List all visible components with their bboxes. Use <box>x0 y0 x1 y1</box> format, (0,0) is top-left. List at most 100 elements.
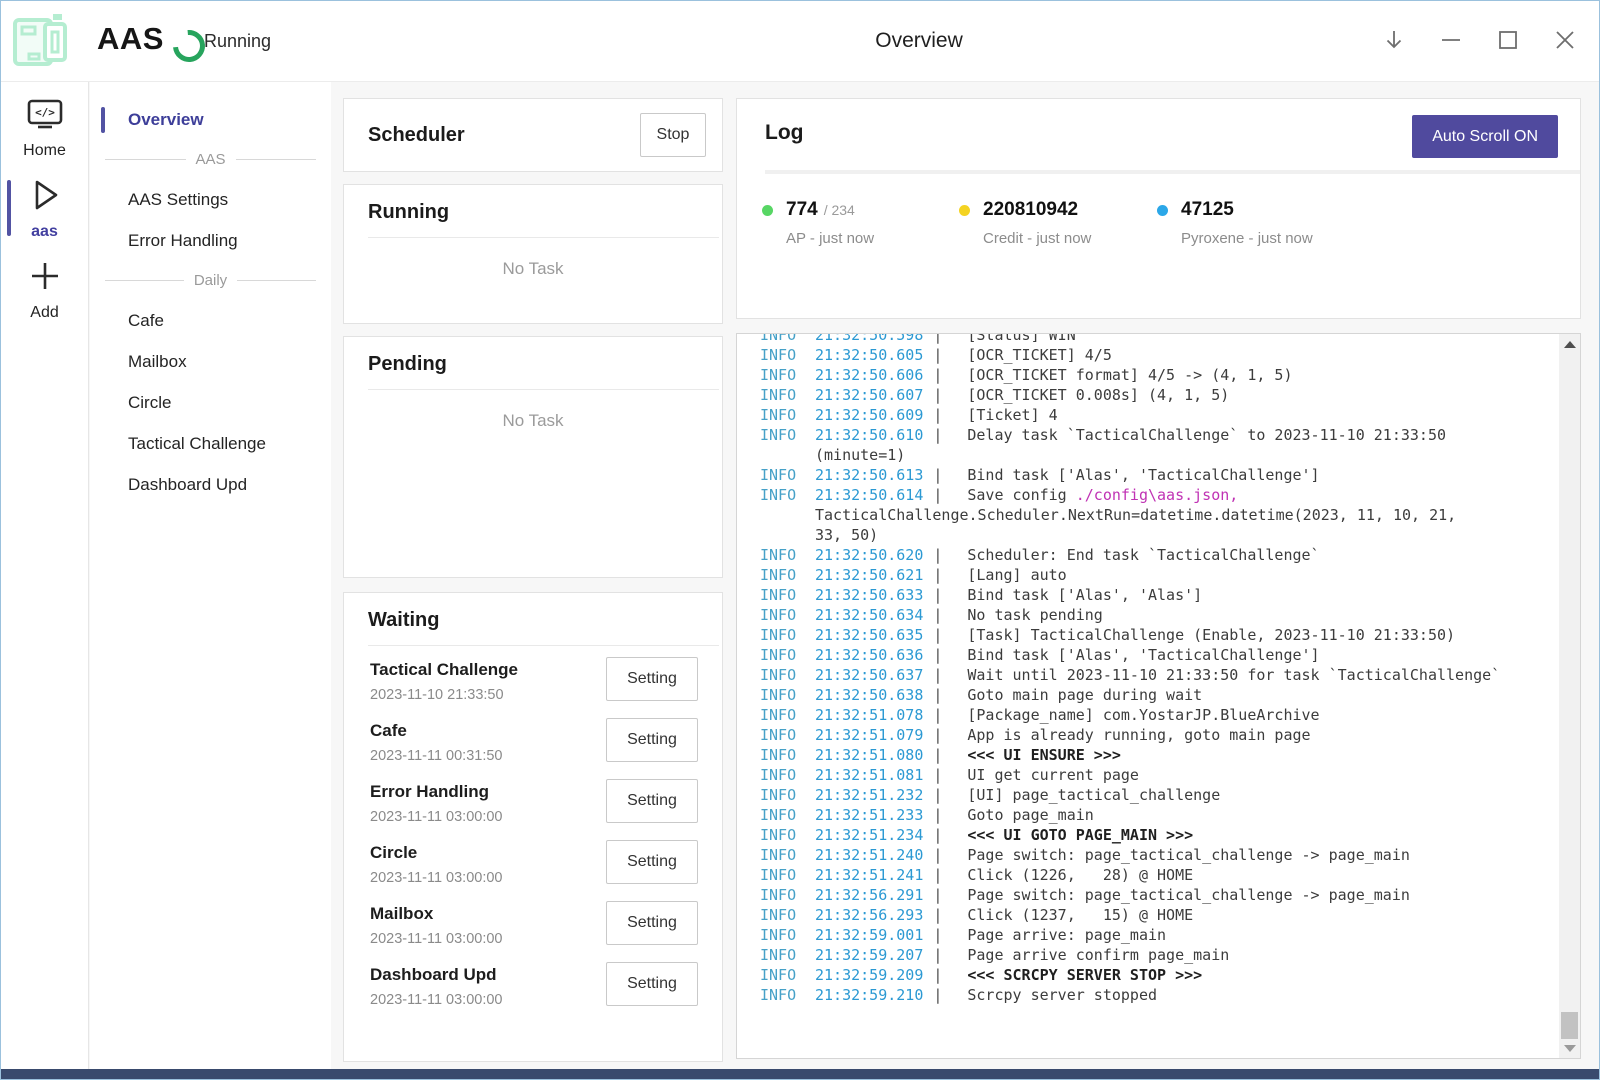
close-button[interactable] <box>1553 28 1577 52</box>
nav-item-overview[interactable]: Overview <box>90 99 331 140</box>
setting-button[interactable]: Setting <box>606 962 698 1006</box>
setting-button[interactable]: Setting <box>606 901 698 945</box>
nav-item-circle[interactable]: Circle <box>90 382 331 423</box>
log-timestamp: 21:32:59.210 <box>815 986 923 1004</box>
log-level: INFO <box>760 545 815 565</box>
log-message: TacticalChallenge.Scheduler.NextRun=date… <box>815 506 1456 524</box>
log-stat: 47125Pyroxene - just now <box>1157 199 1313 247</box>
log-separator: | <box>923 805 967 825</box>
log-message: Bind task ['Alas', 'TacticalChallenge'] <box>967 466 1319 484</box>
divider <box>368 645 719 646</box>
log-message: Delay task `TacticalChallenge` to 2023-1… <box>967 426 1446 444</box>
log-timestamp: 21:32:50.638 <box>815 686 923 704</box>
log-level: INFO <box>760 425 815 445</box>
log-line: INFO21:32:50.605|[OCR_TICKET] 4/5 <box>760 345 1527 365</box>
log-stat: 220810942Credit - just now <box>959 199 1091 247</box>
nav-item-aas-settings[interactable]: AAS Settings <box>90 179 331 220</box>
stat-value-row: 774/ 234 <box>762 199 874 221</box>
log-level: INFO <box>760 945 815 965</box>
waiting-task-row: Tactical Challenge2023-11-10 21:33:50Set… <box>368 652 698 713</box>
window-bottom-edge <box>1 1069 1599 1079</box>
log-level: INFO <box>760 385 815 405</box>
stop-button[interactable]: Stop <box>640 113 706 157</box>
minimize-button[interactable] <box>1439 28 1463 52</box>
log-title: Log <box>765 121 803 145</box>
nav-item-mailbox[interactable]: Mailbox <box>90 341 331 382</box>
log-message: App is already running, goto main page <box>967 726 1310 744</box>
nav-section-divider: Daily <box>90 261 331 300</box>
log-message: <<< UI ENSURE >>> <box>967 746 1121 764</box>
log-timestamp: 21:32:51.241 <box>815 866 923 884</box>
log-level: INFO <box>760 985 815 1005</box>
log-separator: | <box>923 765 967 785</box>
log-separator: | <box>923 345 967 365</box>
nav-section-divider: AAS <box>90 140 331 179</box>
stat-dot-icon <box>762 205 773 216</box>
auto-scroll-button[interactable]: Auto Scroll ON <box>1412 115 1558 158</box>
svg-text:</>: </> <box>35 106 55 119</box>
log-timestamp: 21:32:50.614 <box>815 486 923 504</box>
log-timestamp: 21:32:56.291 <box>815 886 923 904</box>
nav-item-cafe[interactable]: Cafe <box>90 300 331 341</box>
log-console[interactable]: INFO21:32:50.598|[Status] WININFO21:32:5… <box>736 333 1581 1059</box>
log-separator: | <box>923 365 967 385</box>
log-line: INFO21:32:51.078|[Package_name] com.Yost… <box>760 705 1527 725</box>
app-window: AAS Running Overview </>HomeaasAdd Overv… <box>0 0 1600 1080</box>
setting-button[interactable]: Setting <box>606 840 698 884</box>
active-indicator <box>7 180 11 236</box>
rail-item-label: Home <box>23 142 66 160</box>
maximize-button[interactable] <box>1496 28 1520 52</box>
log-level: INFO <box>760 705 815 725</box>
nav-item-dashboard-upd[interactable]: Dashboard Upd <box>90 464 331 505</box>
pending-title: Pending <box>344 353 722 376</box>
log-message: Page switch: page_tactical_challenge -> … <box>967 886 1410 904</box>
stat-label: AP - just now <box>786 230 874 247</box>
rail-item-aas[interactable]: aas <box>1 176 88 241</box>
divider-line <box>237 280 316 281</box>
nav-item-label: AAS Settings <box>128 190 228 209</box>
log-level: INFO <box>760 345 815 365</box>
log-message: Scrcpy server stopped <box>967 986 1157 1004</box>
log-line: INFO21:32:50.635|[Task] TacticalChalleng… <box>760 625 1527 645</box>
log-level: INFO <box>760 905 815 925</box>
log-line: INFO21:32:50.637|Wait until 2023-11-10 2… <box>760 665 1527 685</box>
play-icon <box>26 176 64 219</box>
log-message: UI get current page <box>967 766 1139 784</box>
nav-item-label: Circle <box>128 393 171 412</box>
rail-item-home[interactable]: </> Home <box>1 97 88 160</box>
setting-button[interactable]: Setting <box>606 779 698 823</box>
log-message: [Task] TacticalChallenge (Enable, 2023-1… <box>967 626 1455 644</box>
scheduler-title: Scheduler <box>368 124 465 147</box>
log-line: INFO21:32:50.633|Bind task ['Alas', 'Ala… <box>760 585 1527 605</box>
update-download-icon[interactable] <box>1382 28 1406 52</box>
rail-item-add[interactable]: Add <box>1 257 88 322</box>
setting-button[interactable]: Setting <box>606 657 698 701</box>
home-code-monitor-icon: </> <box>25 97 65 138</box>
log-line: INFO21:32:51.240|Page switch: page_tacti… <box>760 845 1527 865</box>
log-separator: | <box>923 945 967 965</box>
scrollbar-thumb[interactable] <box>1561 1012 1578 1039</box>
log-message: [OCR_TICKET] 4/5 <box>967 346 1112 364</box>
setting-button[interactable]: Setting <box>606 718 698 762</box>
log-separator: | <box>923 885 967 905</box>
log-line: INFO21:32:59.207|Page arrive confirm pag… <box>760 945 1527 965</box>
stat-label: Credit - just now <box>983 230 1091 247</box>
log-line: INFO21:32:59.210|Scrcpy server stopped <box>760 985 1527 1005</box>
nav-item-tactical-challenge[interactable]: Tactical Challenge <box>90 423 331 464</box>
nav-item-error-handling[interactable]: Error Handling <box>90 220 331 261</box>
run-state-label: Running <box>204 31 271 52</box>
log-line: INFO21:32:51.233|Goto page_main <box>760 805 1527 825</box>
log-level: INFO <box>760 625 815 645</box>
log-scrollbar[interactable] <box>1559 334 1580 1058</box>
log-level: INFO <box>760 665 815 685</box>
waiting-task-row: Circle2023-11-11 03:00:00Setting <box>368 835 698 896</box>
scroll-down-arrow-icon[interactable] <box>1559 1038 1580 1058</box>
waiting-task-row: Cafe2023-11-11 00:31:50Setting <box>368 713 698 774</box>
log-separator: | <box>923 645 967 665</box>
log-line: INFO21:32:50.620|Scheduler: End task `Ta… <box>760 545 1527 565</box>
log-message: [Package_name] com.YostarJP.BlueArchive <box>967 706 1319 724</box>
log-line: INFO21:32:51.080|<<< UI ENSURE >>> <box>760 745 1527 765</box>
log-timestamp: 21:32:51.079 <box>815 726 923 744</box>
scroll-up-arrow-icon[interactable] <box>1559 334 1580 354</box>
log-timestamp: 21:32:50.607 <box>815 386 923 404</box>
